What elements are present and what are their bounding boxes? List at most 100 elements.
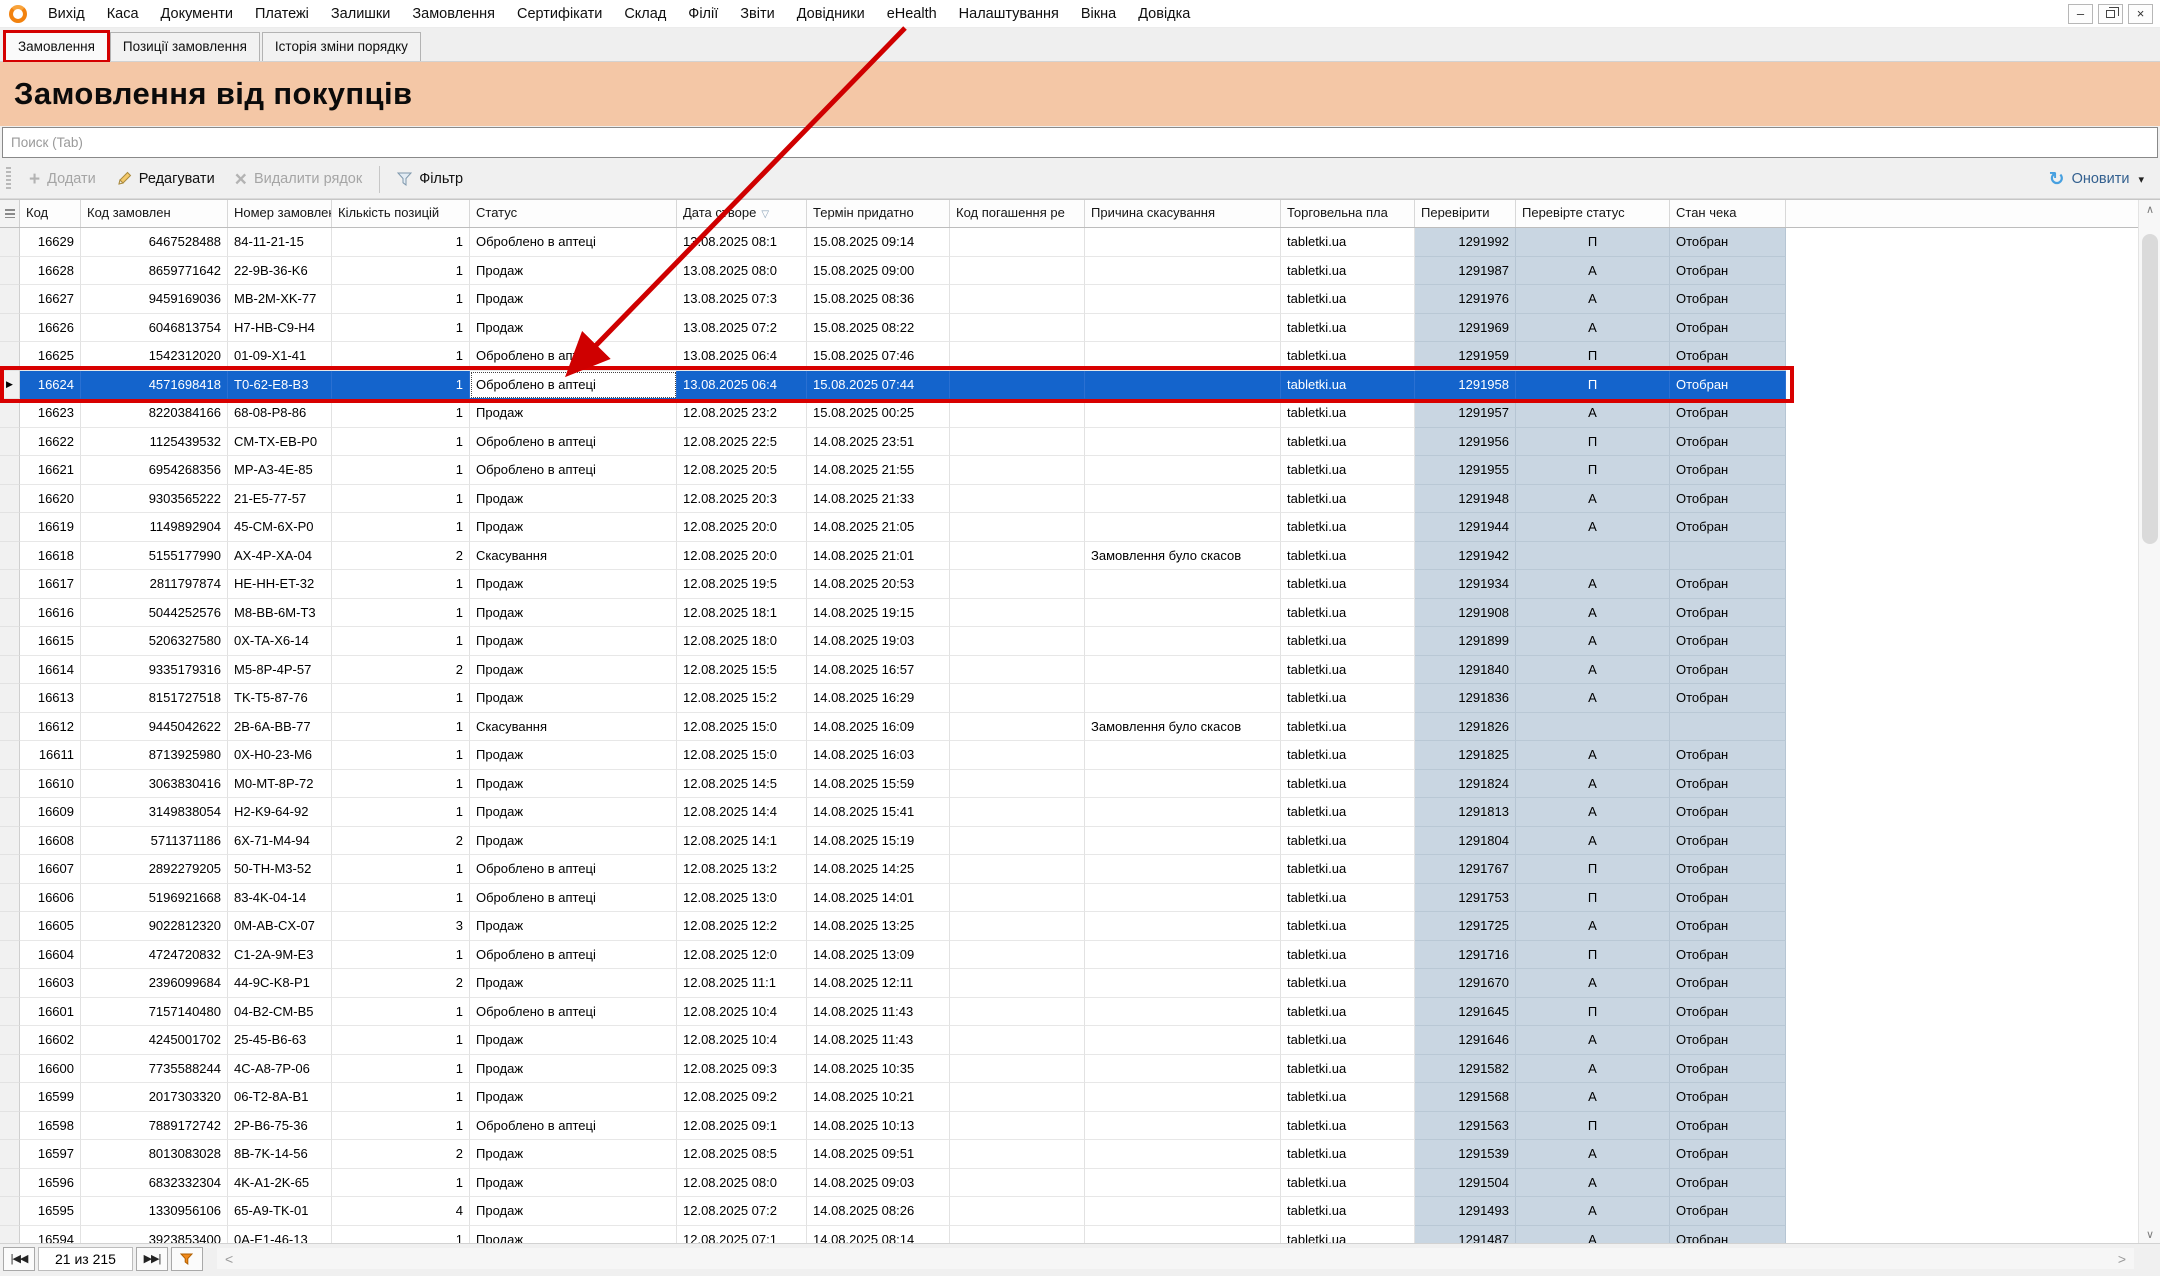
column-header-expires[interactable]: Термін придатно: [807, 200, 950, 227]
cell-order-code[interactable]: 7157140480: [81, 998, 228, 1027]
cell-created[interactable]: 12.08.2025 20:5: [677, 456, 807, 485]
table-row[interactable]: 16625154231202001-09-X1-411Оброблено в а…: [0, 342, 2160, 371]
cell-created[interactable]: 12.08.2025 22:5: [677, 428, 807, 457]
search-input[interactable]: [2, 127, 2158, 158]
cell-status[interactable]: Продаж: [470, 1169, 677, 1198]
cell-code[interactable]: 16605: [20, 912, 81, 941]
cell-order-code[interactable]: 7735588244: [81, 1055, 228, 1084]
cell-expires[interactable]: 14.08.2025 08:14: [807, 1226, 950, 1244]
cell-status[interactable]: Продаж: [470, 1055, 677, 1084]
column-header-platform[interactable]: Торговельна пла: [1281, 200, 1415, 227]
cell-check-number[interactable]: 1291825: [1415, 741, 1516, 770]
cell-redeem-code[interactable]: [950, 941, 1085, 970]
table-row[interactable]: 1659780130830288B-7K-14-562Продаж12.08.2…: [0, 1140, 2160, 1169]
column-header-created[interactable]: Дата створе▽: [677, 200, 807, 227]
cell-status[interactable]: Продаж: [470, 599, 677, 628]
cell-order-number[interactable]: AX-4P-XA-04: [228, 542, 332, 571]
cell-order-code[interactable]: 5155177990: [81, 542, 228, 571]
menu-item-6[interactable]: Сертифікати: [506, 6, 613, 22]
cell-redeem-code[interactable]: [950, 485, 1085, 514]
cell-check-number[interactable]: 1291908: [1415, 599, 1516, 628]
cell-redeem-code[interactable]: [950, 855, 1085, 884]
cell-redeem-code[interactable]: [950, 713, 1085, 742]
cell-code[interactable]: 16611: [20, 741, 81, 770]
cell-cancel-reason[interactable]: [1085, 257, 1281, 286]
cell-check-number[interactable]: 1291725: [1415, 912, 1516, 941]
cell-order-number[interactable]: 50-TH-M3-52: [228, 855, 332, 884]
cell-check-number[interactable]: 1291568: [1415, 1083, 1516, 1112]
cell-order-number[interactable]: 83-4K-04-14: [228, 884, 332, 913]
table-row[interactable]: 166138151727518TK-T5-87-761Продаж12.08.2…: [0, 684, 2160, 713]
cell-platform[interactable]: tabletki.ua: [1281, 912, 1415, 941]
cell-platform[interactable]: tabletki.ua: [1281, 713, 1415, 742]
cell-code[interactable]: 16624: [20, 371, 81, 400]
cell-redeem-code[interactable]: [950, 342, 1085, 371]
cell-check-status[interactable]: А: [1516, 684, 1670, 713]
menu-item-12[interactable]: Налаштування: [948, 6, 1070, 22]
cell-status[interactable]: Продаж: [470, 285, 677, 314]
cell-created[interactable]: 12.08.2025 08:0: [677, 1169, 807, 1198]
cell-status[interactable]: Оброблено в аптеці: [470, 228, 677, 257]
cell-receipt-state[interactable]: [1670, 713, 1786, 742]
table-row[interactable]: 1661187139259800X-H0-23-M61Продаж12.08.2…: [0, 741, 2160, 770]
cell-order-number[interactable]: M5-8P-4P-57: [228, 656, 332, 685]
cell-qty[interactable]: 1: [332, 770, 470, 799]
cell-cancel-reason[interactable]: [1085, 1055, 1281, 1084]
cell-created[interactable]: 13.08.2025 07:3: [677, 285, 807, 314]
table-row[interactable]: 1660590228123200M-AB-CX-073Продаж12.08.2…: [0, 912, 2160, 941]
cell-expires[interactable]: 14.08.2025 15:19: [807, 827, 950, 856]
cell-code[interactable]: 16594: [20, 1226, 81, 1244]
cell-order-code[interactable]: 9445042622: [81, 713, 228, 742]
cell-created[interactable]: 12.08.2025 12:2: [677, 912, 807, 941]
cell-code[interactable]: 16619: [20, 513, 81, 542]
cell-receipt-state[interactable]: Отобран: [1670, 1112, 1786, 1141]
edit-button[interactable]: Редагувати: [106, 171, 225, 187]
table-row[interactable]: 16620930356522221-E5-77-571Продаж12.08.2…: [0, 485, 2160, 514]
cell-qty[interactable]: 1: [332, 798, 470, 827]
cell-platform[interactable]: tabletki.ua: [1281, 941, 1415, 970]
cell-expires[interactable]: 15.08.2025 08:22: [807, 314, 950, 343]
table-row-selected[interactable]: ▶166244571698418T0-62-E8-B31Оброблено в …: [0, 371, 2160, 400]
cell-qty[interactable]: 1: [332, 941, 470, 970]
cell-qty[interactable]: 2: [332, 827, 470, 856]
cell-expires[interactable]: 14.08.2025 09:51: [807, 1140, 950, 1169]
cell-check-status[interactable]: А: [1516, 1197, 1670, 1226]
cell-check-status[interactable]: А: [1516, 285, 1670, 314]
cell-check-status[interactable]: П: [1516, 342, 1670, 371]
cell-check-status[interactable]: А: [1516, 969, 1670, 998]
cell-created[interactable]: 12.08.2025 14:5: [677, 770, 807, 799]
cell-platform[interactable]: tabletki.ua: [1281, 1026, 1415, 1055]
cell-redeem-code[interactable]: [950, 1083, 1085, 1112]
cell-receipt-state[interactable]: Отобран: [1670, 1169, 1786, 1198]
cell-status[interactable]: Скасування: [470, 713, 677, 742]
cell-platform[interactable]: tabletki.ua: [1281, 456, 1415, 485]
cell-check-status[interactable]: А: [1516, 656, 1670, 685]
cell-check-number[interactable]: 1291582: [1415, 1055, 1516, 1084]
cell-expires[interactable]: 15.08.2025 07:46: [807, 342, 950, 371]
table-row[interactable]: 16606519692166883-4K-04-141Оброблено в а…: [0, 884, 2160, 913]
cell-check-status[interactable]: П: [1516, 428, 1670, 457]
cell-check-status[interactable]: А: [1516, 770, 1670, 799]
table-row[interactable]: 16602424500170225-45-B6-631Продаж12.08.2…: [0, 1026, 2160, 1055]
cell-expires[interactable]: 15.08.2025 09:14: [807, 228, 950, 257]
table-row[interactable]: 166044724720832C1-2A-9M-E31Оброблено в а…: [0, 941, 2160, 970]
cell-check-status[interactable]: П: [1516, 941, 1670, 970]
cell-cancel-reason[interactable]: [1085, 285, 1281, 314]
cell-code[interactable]: 16602: [20, 1026, 81, 1055]
cell-check-status[interactable]: П: [1516, 884, 1670, 913]
cell-status[interactable]: Оброблено в аптеці: [470, 855, 677, 884]
cell-expires[interactable]: 14.08.2025 09:03: [807, 1169, 950, 1198]
cell-redeem-code[interactable]: [950, 542, 1085, 571]
cell-platform[interactable]: tabletki.ua: [1281, 1226, 1415, 1244]
table-row[interactable]: 1661294450426222B-6A-BB-771Скасування12.…: [0, 713, 2160, 742]
cell-cancel-reason[interactable]: [1085, 485, 1281, 514]
cell-code[interactable]: 16626: [20, 314, 81, 343]
cell-qty[interactable]: 1: [332, 855, 470, 884]
cell-redeem-code[interactable]: [950, 314, 1085, 343]
cell-receipt-state[interactable]: Отобран: [1670, 228, 1786, 257]
menu-item-10[interactable]: Довідники: [786, 6, 876, 22]
cell-platform[interactable]: tabletki.ua: [1281, 884, 1415, 913]
cell-order-code[interactable]: 3923853400: [81, 1226, 228, 1244]
cell-cancel-reason[interactable]: [1085, 570, 1281, 599]
cell-expires[interactable]: 14.08.2025 14:01: [807, 884, 950, 913]
